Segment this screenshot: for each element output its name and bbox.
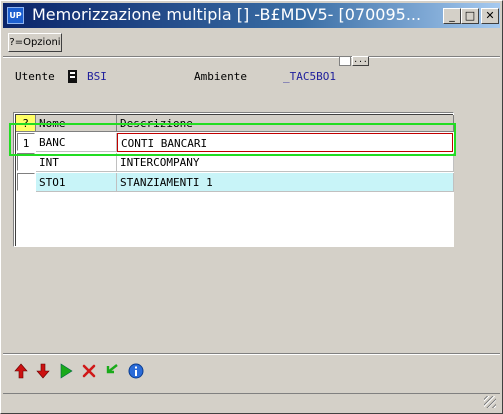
bottom-separator [3, 353, 500, 355]
row-index[interactable] [17, 153, 35, 171]
row-index[interactable] [17, 173, 35, 191]
refresh-icon[interactable] [103, 363, 121, 381]
close-button[interactable]: ✕ [481, 8, 499, 24]
column-header-name[interactable]: Nome [36, 115, 117, 132]
row-description[interactable]: INTERCOMPANY [117, 153, 454, 172]
mini-ellipsis-button[interactable]: ... [352, 56, 369, 66]
row-name[interactable]: INT [36, 153, 117, 172]
column-header-select[interactable]: ? [16, 115, 36, 132]
environment-label: Ambiente [194, 70, 247, 83]
toolbar-separator [3, 56, 500, 58]
table-row[interactable]: 1 BANC CONTI BANCARI [16, 133, 454, 152]
arrow-up-icon[interactable] [12, 363, 30, 381]
info-icon[interactable] [127, 363, 145, 381]
delete-icon[interactable] [80, 363, 98, 381]
play-icon[interactable] [57, 363, 75, 381]
user-icon [68, 70, 77, 83]
main-window: UP Memorizzazione multipla [] -B£MDV5- [… [0, 0, 503, 414]
user-value: BSI [87, 70, 107, 83]
maximize-button[interactable]: □ [461, 8, 479, 24]
resize-grip-icon[interactable] [484, 396, 496, 408]
app-icon: UP [7, 7, 24, 24]
minimize-button[interactable]: _ [443, 8, 461, 24]
title-bar[interactable]: UP Memorizzazione multipla [] -B£MDV5- [… [3, 3, 500, 28]
environment-value: _TAC5BO1 [283, 70, 336, 83]
table-row[interactable]: INT INTERCOMPANY [16, 153, 454, 172]
data-table[interactable]: ? Nome Descrizione 1 BANC CONTI BANCARI … [13, 112, 454, 247]
row-description[interactable]: CONTI BANCARI [117, 133, 453, 152]
status-bar [3, 393, 500, 412]
column-header-description[interactable]: Descrizione [117, 115, 454, 132]
table-row[interactable]: STO1 STANZIAMENTI 1 [16, 173, 454, 192]
window-title: Memorizzazione multipla [] -B£MDV5- [070… [32, 5, 422, 24]
arrow-down-icon[interactable] [34, 363, 52, 381]
options-button[interactable]: ?=Opzioni [8, 33, 62, 52]
row-name[interactable]: BANC [36, 133, 117, 152]
user-label: Utente [15, 70, 55, 83]
row-name[interactable]: STO1 [36, 173, 117, 192]
mini-field[interactable] [339, 56, 351, 66]
row-description[interactable]: STANZIAMENTI 1 [117, 173, 454, 192]
row-index[interactable]: 1 [17, 133, 35, 151]
